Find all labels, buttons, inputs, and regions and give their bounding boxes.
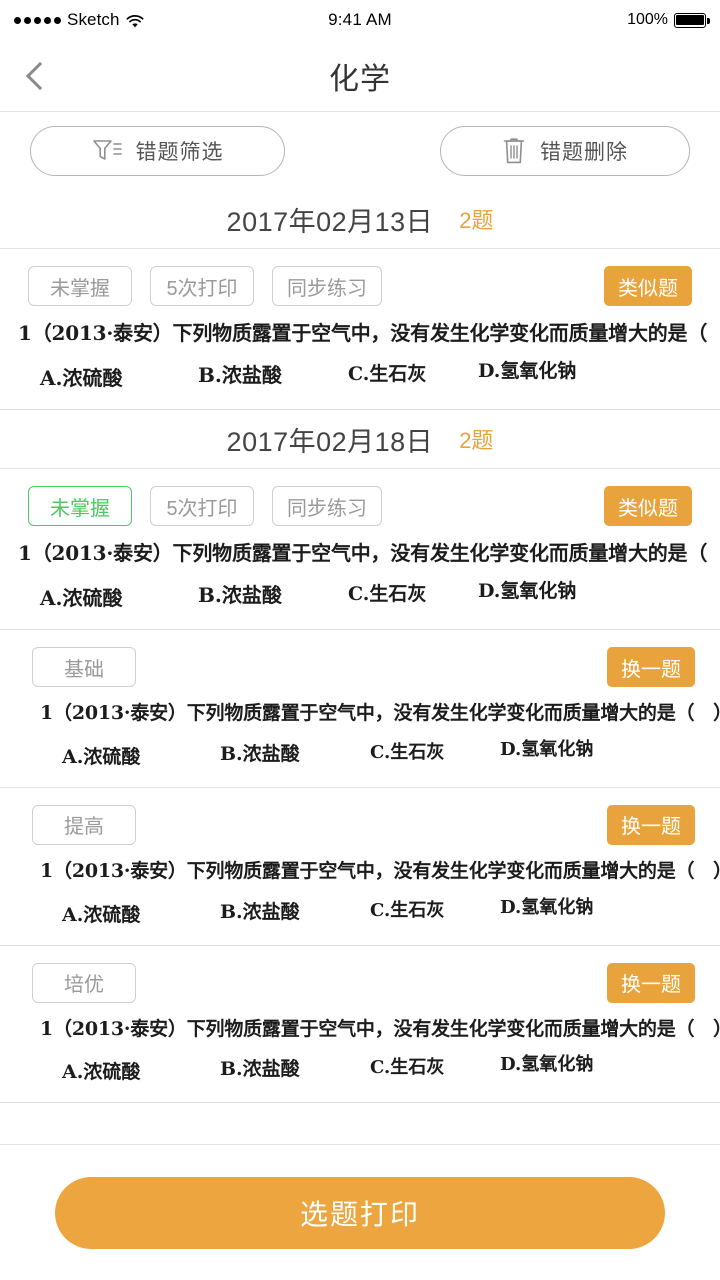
delete-button-label: 错题删除 (540, 141, 628, 164)
question-stem: 1（2013·泰安）下列物质露置于空气中，没有发生化学变化而质量增大的是（ ） (18, 321, 720, 345)
page-title: 化学 (329, 62, 391, 96)
question-option: A.浓硫酸 (62, 745, 141, 768)
similar-question-button[interactable]: 类似题 (604, 266, 692, 306)
question-option: A.浓硫酸 (62, 1061, 141, 1084)
question-option: C.生石灰 (370, 741, 445, 763)
question-tag[interactable]: 未掌握 (28, 266, 132, 306)
question-stem: 1（2013·泰安）下列物质露置于空气中，没有发生化学变化而质量增大的是（ ） (40, 859, 720, 882)
clock-label: 9:41 AM (328, 10, 392, 29)
question-tag-row: 未掌握 5次打印 同步练习 类似题 (0, 485, 720, 527)
question-count-badge: 2题 (459, 208, 494, 233)
question-tag[interactable]: 同步练习 (272, 486, 382, 526)
question-option: B.浓盐酸 (220, 742, 300, 765)
question-options: A.浓硫酸 B.浓盐酸 C.生石灰 D.氢氧化钠 (40, 1054, 694, 1084)
question-body: 1（2013·泰安）下列物质露置于空气中，没有发生化学变化而质量增大的是（ ） A… (0, 307, 720, 401)
replace-question-button[interactable]: 换一题 (607, 804, 695, 845)
app-screen: Sketch 9:41 AM 100% 化学 错题筛选 错题删除 2017年02… (0, 0, 720, 1280)
question-options: A.浓硫酸 B.浓盐酸 C.生石灰 D.氢氧化钠 (18, 580, 702, 611)
replace-question-button[interactable]: 换一题 (607, 962, 695, 1003)
delete-wrong-questions-button[interactable]: 错题删除 (440, 126, 690, 176)
question-tag[interactable]: 培优 (32, 962, 136, 1003)
battery-icon (674, 12, 710, 28)
question-option: D.氢氧化钠 (478, 360, 577, 382)
question-tag[interactable]: 5次打印 (150, 486, 254, 526)
question-stem: 1（2013·泰安）下列物质露置于空气中，没有发生化学变化而质量增大的是（ ） (40, 1017, 720, 1040)
question-options: A.浓硫酸 B.浓盐酸 C.生石灰 D.氢氧化钠 (18, 360, 702, 391)
question-tag[interactable]: 未掌握 (28, 486, 132, 526)
footer-bar: 选题打印 (0, 1144, 720, 1280)
question-option: C.生石灰 (348, 363, 427, 385)
status-bar: Sketch 9:41 AM 100% (0, 0, 720, 40)
question-body: 1（2013·泰安）下列物质露置于空气中，没有发生化学变化而质量增大的是（ ） A… (0, 688, 720, 779)
question-tag[interactable]: 基础 (32, 647, 136, 687)
sub-question-card[interactable]: 基础 换一题 1（2013·泰安）下列物质露置于空气中，没有发生化学变化而质量增大的… (0, 630, 720, 787)
date-section-header: 2017年02月18日 2题 (0, 410, 720, 468)
question-option: B.浓盐酸 (198, 363, 282, 387)
select-and-print-button[interactable]: 选题打印 (55, 1176, 665, 1249)
question-option: B.浓盐酸 (220, 900, 300, 923)
question-option: A.浓硫酸 (40, 366, 123, 390)
question-tag[interactable]: 提高 (32, 804, 136, 845)
question-body: 1（2013·泰安）下列物质露置于空气中，没有发生化学变化而质量增大的是（ ） A… (0, 1004, 720, 1095)
replace-question-button[interactable]: 换一题 (607, 647, 695, 687)
question-card[interactable]: 未掌握 5次打印 同步练习 类似题 1（2013·泰安）下列物质露置于空气中，没有发生化… (0, 249, 720, 409)
question-options: A.浓硫酸 B.浓盐酸 C.生石灰 D.氢氧化钠 (40, 897, 694, 927)
question-option: C.生石灰 (348, 583, 427, 605)
question-tag[interactable]: 同步练习 (272, 266, 382, 306)
back-button[interactable] (0, 40, 74, 112)
filter-button-label: 错题筛选 (135, 141, 224, 164)
question-option: A.浓硫酸 (62, 903, 141, 926)
toolbar: 错题筛选 错题删除 (0, 112, 720, 190)
question-option: A.浓硫酸 (40, 586, 123, 610)
question-stem: 1（2013·泰安）下列物质露置于空气中，没有发生化学变化而质量增大的是（ ） (18, 541, 720, 565)
sub-question-card[interactable]: 培优 换一题 1（2013·泰安）下列物质露置于空气中，没有发生化学变化而质量增大的… (0, 945, 720, 1103)
question-option: B.浓盐酸 (220, 1058, 300, 1081)
question-option: B.浓盐酸 (198, 583, 282, 607)
question-option: C.生石灰 (370, 899, 445, 921)
question-tag-row: 提高 换一题 (0, 804, 720, 846)
question-tag-row: 培优 换一题 (0, 962, 720, 1004)
funnel-filter-icon (92, 138, 122, 164)
question-body: 1（2013·泰安）下列物质露置于空气中，没有发生化学变化而质量增大的是（ ） A… (0, 527, 720, 621)
question-option: D.氢氧化钠 (500, 738, 594, 760)
question-tag[interactable]: 5次打印 (150, 266, 254, 306)
chevron-left-icon (25, 61, 55, 90)
navigation-bar: 化学 (0, 40, 720, 112)
question-option: C.生石灰 (370, 1057, 445, 1079)
filter-wrong-questions-button[interactable]: 错题筛选 (30, 126, 285, 176)
question-list[interactable]: 2017年02月13日 2题 未掌握 5次打印 同步练习 类似题 1（2013·泰安）下列物… (0, 190, 720, 1144)
question-option: D.氢氧化钠 (478, 580, 577, 602)
question-option: D.氢氧化钠 (500, 896, 594, 918)
question-tag-row: 基础 换一题 (0, 646, 720, 688)
question-card[interactable]: 未掌握 5次打印 同步练习 类似题 1（2013·泰安）下列物质露置于空气中，没有发生化… (0, 469, 720, 629)
similar-question-button[interactable]: 类似题 (604, 486, 692, 526)
date-label: 2017年02月18日 (226, 426, 434, 457)
question-option: D.氢氧化钠 (500, 1054, 594, 1076)
question-count-badge: 2题 (459, 428, 494, 453)
question-options: A.浓硫酸 B.浓盐酸 C.生石灰 D.氢氧化钠 (40, 739, 694, 769)
list-bottom-spacer (0, 1103, 720, 1144)
date-section-header: 2017年02月13日 2题 (0, 190, 720, 248)
question-stem: 1（2013·泰安）下列物质露置于空气中，没有发生化学变化而质量增大的是（ ） (40, 702, 720, 724)
question-tag-row: 未掌握 5次打印 同步练习 类似题 (0, 265, 720, 307)
trash-icon (502, 137, 526, 165)
question-body: 1（2013·泰安）下列物质露置于空气中，没有发生化学变化而质量增大的是（ ） A… (0, 846, 720, 937)
date-label: 2017年02月13日 (226, 206, 434, 237)
sub-question-card[interactable]: 提高 换一题 1（2013·泰安）下列物质露置于空气中，没有发生化学变化而质量增大的… (0, 787, 720, 945)
